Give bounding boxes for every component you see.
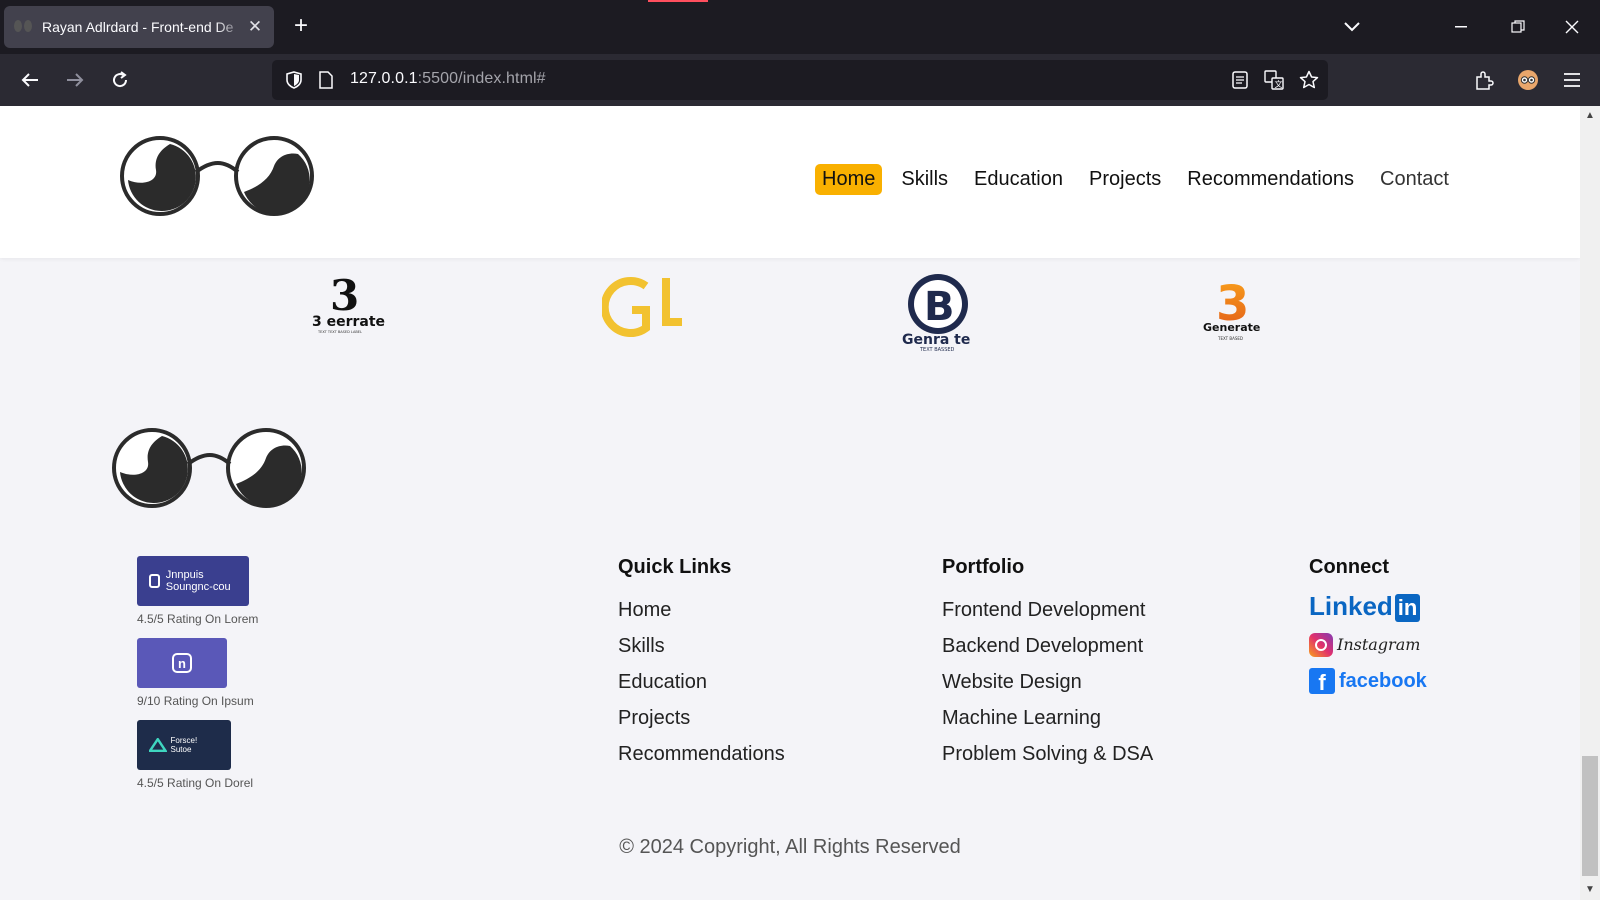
site-logo[interactable] <box>120 136 315 220</box>
svg-text:3: 3 <box>330 271 359 320</box>
nav-link-recommendations[interactable]: Recommendations <box>1180 164 1361 195</box>
extensions-icon[interactable] <box>1470 66 1498 94</box>
portfolio-link[interactable]: Backend Development <box>942 633 1153 659</box>
close-window-icon[interactable] <box>1559 14 1585 40</box>
nav-link-home[interactable]: Home <box>815 164 883 195</box>
page-viewport: Home Skills Education Projects Recommendatio… <box>0 106 1580 900</box>
scroll-up-arrow-icon[interactable]: ▲ <box>1584 110 1596 122</box>
portfolio-link[interactable]: Machine Learning <box>942 705 1153 731</box>
tab-close-icon[interactable]: ✕ <box>246 17 264 36</box>
tab-title: Rayan Adlrdard - Front-end De <box>42 19 234 35</box>
restore-icon[interactable] <box>1505 14 1531 40</box>
nav-link-contact[interactable]: Contact <box>1373 164 1456 195</box>
footer-logo[interactable] <box>112 426 307 512</box>
rating-badges: Jnnpuis Soungnc-cou 4.5/5 Rating On Lore… <box>137 556 258 802</box>
quick-link-skills[interactable]: Skills <box>618 633 785 659</box>
badge-caption: 9/10 Rating On Ipsum <box>137 694 254 708</box>
scroll-down-arrow-icon[interactable]: ▼ <box>1584 884 1596 896</box>
nav-link-skills[interactable]: Skills <box>894 164 955 195</box>
facebook-link[interactable]: f facebook <box>1309 668 1427 695</box>
quick-link-projects[interactable]: Projects <box>618 705 785 731</box>
linkedin-link[interactable]: Linked in <box>1309 593 1427 622</box>
translate-icon[interactable]: 文 <box>1264 70 1284 90</box>
svg-text:Genra te: Genra te <box>902 332 970 348</box>
badge-logo[interactable]: n <box>137 638 227 688</box>
rating-badge-lorem: Jnnpuis Soungnc-cou 4.5/5 Rating On Lore… <box>137 556 258 626</box>
tab-list-chevron-icon[interactable] <box>1339 14 1365 40</box>
instagram-icon <box>1309 633 1333 657</box>
quick-link-home[interactable]: Home <box>618 597 785 623</box>
browser-navbar: 127.0.0.1:5500/index.html# 文 <box>0 54 1600 106</box>
partner-logo-genrate[interactable]: B Genra te TEXT BASSED <box>898 270 978 359</box>
portfolio-link[interactable]: Frontend Development <box>942 597 1153 623</box>
instagram-link[interactable]: Instagram <box>1309 632 1427 658</box>
scrollbar-thumb[interactable] <box>1582 756 1598 876</box>
quick-link-recommendations[interactable]: Recommendations <box>618 741 785 767</box>
reader-view-icon[interactable] <box>1230 70 1250 90</box>
svg-text:3 eerrate: 3 eerrate <box>312 314 385 330</box>
svg-text:TEXT TEXT BASED LABEL: TEXT TEXT BASED LABEL <box>317 330 362 334</box>
svg-text:TEXT BASSED: TEXT BASSED <box>919 347 955 353</box>
new-tab-button[interactable]: + <box>288 14 314 40</box>
url-text[interactable]: 127.0.0.1:5500/index.html# <box>350 70 546 88</box>
reload-icon[interactable] <box>106 66 134 94</box>
quick-links-column: Quick Links Home Skills Education Projects R… <box>618 556 785 777</box>
tab-indicator <box>648 0 708 2</box>
partner-logo-3eerrate[interactable]: 3 3 eerrate TEXT TEXT BASED LABEL <box>308 270 388 345</box>
badge-logo[interactable]: Forsce! Sutoe <box>137 720 231 770</box>
account-avatar-icon[interactable] <box>1514 66 1542 94</box>
page-icon[interactable] <box>316 70 336 90</box>
partner-logo-gl[interactable] <box>600 270 692 345</box>
tab-favicon-icon <box>14 20 34 34</box>
svg-text:B: B <box>924 284 955 330</box>
partner-logos: 3 3 eerrate TEXT TEXT BASED LABEL B Genr… <box>0 270 1580 360</box>
nav-link-projects[interactable]: Projects <box>1082 164 1168 195</box>
svg-text:文: 文 <box>1275 79 1283 89</box>
back-arrow-icon[interactable] <box>16 66 44 94</box>
url-bar[interactable]: 127.0.0.1:5500/index.html# 文 <box>272 60 1328 100</box>
bookmark-star-icon[interactable] <box>1299 70 1319 90</box>
quick-link-education[interactable]: Education <box>618 669 785 695</box>
site-header: Home Skills Education Projects Recommendatio… <box>0 106 1580 258</box>
badge-caption: 4.5/5 Rating On Dorel <box>137 776 254 790</box>
portfolio-link[interactable]: Website Design <box>942 669 1153 695</box>
rating-badge-dorel: Forsce! Sutoe 4.5/5 Rating On Dorel <box>137 720 258 790</box>
forward-arrow-icon[interactable] <box>61 66 89 94</box>
connect-heading: Connect <box>1309 556 1389 578</box>
rating-badge-ipsum: n 9/10 Rating On Ipsum <box>137 638 258 708</box>
portfolio-heading: Portfolio <box>942 556 1025 578</box>
browser-tab[interactable]: Rayan Adlrdard - Front-end De ✕ <box>4 6 274 48</box>
portfolio-column: Portfolio Frontend Development Backend De… <box>942 556 1153 777</box>
svg-text:TEXT BASED: TEXT BASED <box>1217 336 1243 341</box>
quick-links-heading: Quick Links <box>618 556 732 578</box>
page-scrollbar[interactable]: ▲ ▼ <box>1580 106 1600 900</box>
connect-column: Connect Linked in Instagram f facebook <box>1309 556 1427 704</box>
shield-icon[interactable] <box>284 70 304 90</box>
hamburger-menu-icon[interactable] <box>1558 66 1586 94</box>
copyright-text: © 2024 Copyright, All Rights Reserved <box>619 836 961 858</box>
portfolio-link[interactable]: Problem Solving & DSA <box>942 741 1153 767</box>
badge-logo[interactable]: Jnnpuis Soungnc-cou <box>137 556 249 606</box>
minimize-icon[interactable] <box>1448 14 1474 40</box>
svg-text:Generate: Generate <box>1203 321 1260 334</box>
badge-caption: 4.5/5 Rating On Lorem <box>137 612 259 626</box>
nav-link-education[interactable]: Education <box>967 164 1070 195</box>
partner-logo-generate[interactable]: 3 Generate TEXT BASED <box>1198 270 1268 355</box>
main-nav: Home Skills Education Projects Recommendatio… <box>815 164 1468 195</box>
facebook-icon: f <box>1309 668 1335 695</box>
browser-tabbar: Rayan Adlrdard - Front-end De ✕ + <box>0 0 1600 54</box>
